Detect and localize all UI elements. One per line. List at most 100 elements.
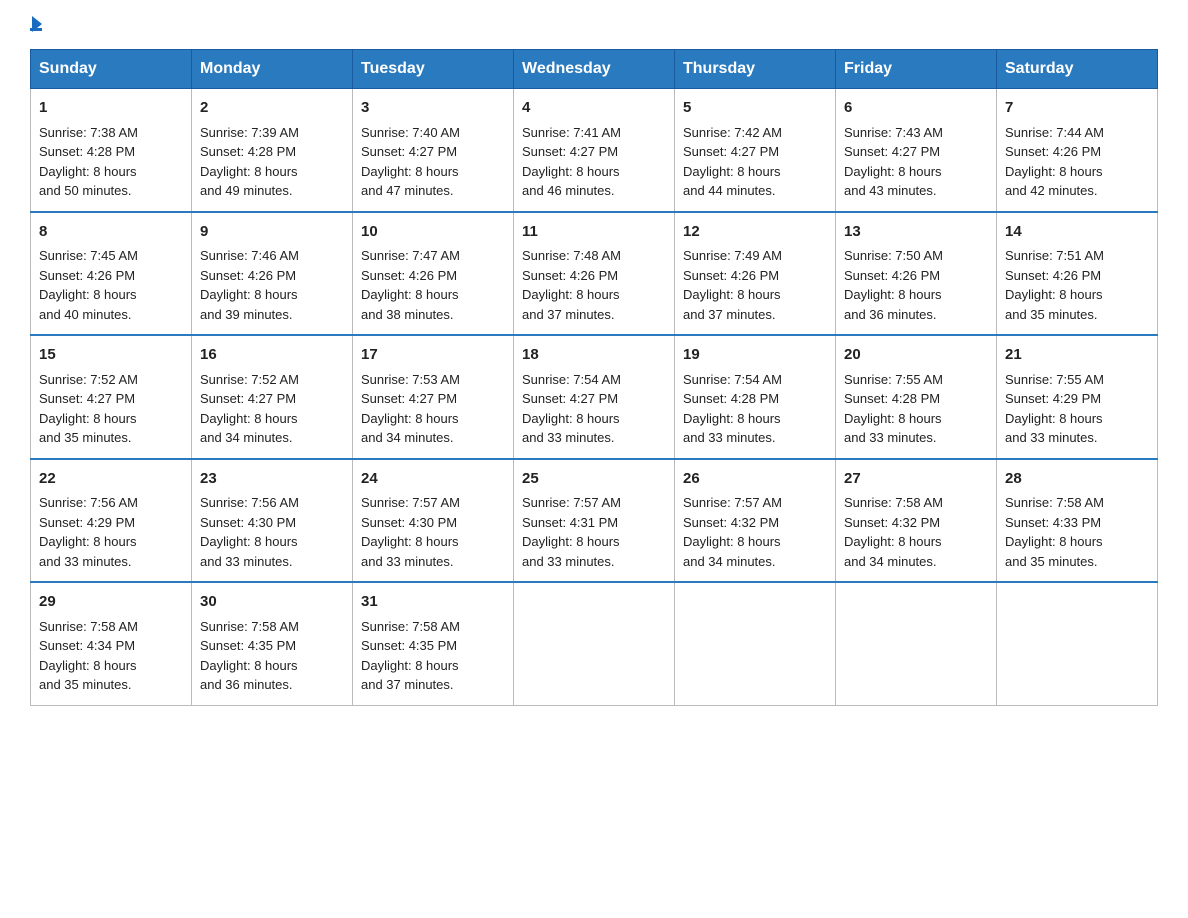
sunrise-label: Sunrise: 7:56 AM <box>39 495 138 510</box>
day-number: 9 <box>200 221 344 244</box>
calendar-cell: 4Sunrise: 7:41 AMSunset: 4:27 PMDaylight… <box>514 89 675 212</box>
daylight-label: Daylight: 8 hours <box>361 164 459 179</box>
day-number: 28 <box>1005 468 1149 491</box>
calendar-cell: 17Sunrise: 7:53 AMSunset: 4:27 PMDayligh… <box>353 335 514 459</box>
daylight-label: Daylight: 8 hours <box>683 534 781 549</box>
daylight-minutes: and 36 minutes. <box>844 307 937 322</box>
sunset-label: Sunset: 4:32 PM <box>683 515 779 530</box>
calendar-cell: 7Sunrise: 7:44 AMSunset: 4:26 PMDaylight… <box>997 89 1158 212</box>
calendar-cell: 24Sunrise: 7:57 AMSunset: 4:30 PMDayligh… <box>353 459 514 583</box>
calendar-week-row: 22Sunrise: 7:56 AMSunset: 4:29 PMDayligh… <box>31 459 1158 583</box>
sunset-label: Sunset: 4:26 PM <box>522 268 618 283</box>
sunrise-label: Sunrise: 7:55 AM <box>1005 372 1104 387</box>
calendar-cell: 1Sunrise: 7:38 AMSunset: 4:28 PMDaylight… <box>31 89 192 212</box>
calendar-cell: 2Sunrise: 7:39 AMSunset: 4:28 PMDaylight… <box>192 89 353 212</box>
sunset-label: Sunset: 4:31 PM <box>522 515 618 530</box>
daylight-minutes: and 34 minutes. <box>844 554 937 569</box>
col-header-wednesday: Wednesday <box>514 50 675 89</box>
sunset-label: Sunset: 4:27 PM <box>361 391 457 406</box>
calendar-cell: 19Sunrise: 7:54 AMSunset: 4:28 PMDayligh… <box>675 335 836 459</box>
day-number: 11 <box>522 221 666 244</box>
daylight-label: Daylight: 8 hours <box>39 658 137 673</box>
sunset-label: Sunset: 4:28 PM <box>200 144 296 159</box>
day-number: 23 <box>200 468 344 491</box>
sunrise-label: Sunrise: 7:54 AM <box>522 372 621 387</box>
sunrise-label: Sunrise: 7:42 AM <box>683 125 782 140</box>
daylight-minutes: and 33 minutes. <box>1005 430 1098 445</box>
sunset-label: Sunset: 4:27 PM <box>844 144 940 159</box>
daylight-minutes: and 35 minutes. <box>39 430 132 445</box>
day-number: 12 <box>683 221 827 244</box>
calendar-cell: 28Sunrise: 7:58 AMSunset: 4:33 PMDayligh… <box>997 459 1158 583</box>
sunset-label: Sunset: 4:28 PM <box>683 391 779 406</box>
day-number: 29 <box>39 591 183 614</box>
sunset-label: Sunset: 4:34 PM <box>39 638 135 653</box>
daylight-label: Daylight: 8 hours <box>39 534 137 549</box>
calendar-cell: 23Sunrise: 7:56 AMSunset: 4:30 PMDayligh… <box>192 459 353 583</box>
sunrise-label: Sunrise: 7:39 AM <box>200 125 299 140</box>
calendar-cell: 5Sunrise: 7:42 AMSunset: 4:27 PMDaylight… <box>675 89 836 212</box>
calendar-cell: 13Sunrise: 7:50 AMSunset: 4:26 PMDayligh… <box>836 212 997 336</box>
sunrise-label: Sunrise: 7:49 AM <box>683 248 782 263</box>
sunset-label: Sunset: 4:26 PM <box>1005 268 1101 283</box>
calendar-cell: 21Sunrise: 7:55 AMSunset: 4:29 PMDayligh… <box>997 335 1158 459</box>
daylight-label: Daylight: 8 hours <box>844 164 942 179</box>
daylight-label: Daylight: 8 hours <box>200 534 298 549</box>
daylight-minutes: and 33 minutes. <box>683 430 776 445</box>
daylight-minutes: and 35 minutes. <box>39 677 132 692</box>
day-number: 1 <box>39 97 183 120</box>
daylight-minutes: and 35 minutes. <box>1005 554 1098 569</box>
daylight-minutes: and 37 minutes. <box>361 677 454 692</box>
calendar-week-row: 15Sunrise: 7:52 AMSunset: 4:27 PMDayligh… <box>31 335 1158 459</box>
daylight-minutes: and 50 minutes. <box>39 183 132 198</box>
calendar-cell: 10Sunrise: 7:47 AMSunset: 4:26 PMDayligh… <box>353 212 514 336</box>
calendar-cell: 30Sunrise: 7:58 AMSunset: 4:35 PMDayligh… <box>192 582 353 705</box>
sunrise-label: Sunrise: 7:57 AM <box>683 495 782 510</box>
sunrise-label: Sunrise: 7:47 AM <box>361 248 460 263</box>
calendar-cell: 22Sunrise: 7:56 AMSunset: 4:29 PMDayligh… <box>31 459 192 583</box>
daylight-label: Daylight: 8 hours <box>522 164 620 179</box>
daylight-label: Daylight: 8 hours <box>1005 411 1103 426</box>
day-number: 18 <box>522 344 666 367</box>
sunrise-label: Sunrise: 7:58 AM <box>1005 495 1104 510</box>
daylight-label: Daylight: 8 hours <box>361 534 459 549</box>
calendar-cell <box>836 582 997 705</box>
day-number: 15 <box>39 344 183 367</box>
sunrise-label: Sunrise: 7:51 AM <box>1005 248 1104 263</box>
calendar-cell: 18Sunrise: 7:54 AMSunset: 4:27 PMDayligh… <box>514 335 675 459</box>
daylight-minutes: and 33 minutes. <box>522 554 615 569</box>
daylight-minutes: and 49 minutes. <box>200 183 293 198</box>
daylight-minutes: and 37 minutes. <box>522 307 615 322</box>
sunset-label: Sunset: 4:27 PM <box>522 391 618 406</box>
sunrise-label: Sunrise: 7:48 AM <box>522 248 621 263</box>
sunset-label: Sunset: 4:26 PM <box>361 268 457 283</box>
day-number: 4 <box>522 97 666 120</box>
daylight-label: Daylight: 8 hours <box>361 411 459 426</box>
sunset-label: Sunset: 4:26 PM <box>683 268 779 283</box>
daylight-label: Daylight: 8 hours <box>683 164 781 179</box>
day-number: 27 <box>844 468 988 491</box>
sunset-label: Sunset: 4:33 PM <box>1005 515 1101 530</box>
sunset-label: Sunset: 4:32 PM <box>844 515 940 530</box>
sunset-label: Sunset: 4:29 PM <box>39 515 135 530</box>
daylight-minutes: and 33 minutes. <box>522 430 615 445</box>
day-number: 2 <box>200 97 344 120</box>
day-number: 24 <box>361 468 505 491</box>
daylight-label: Daylight: 8 hours <box>361 658 459 673</box>
daylight-label: Daylight: 8 hours <box>200 287 298 302</box>
daylight-minutes: and 36 minutes. <box>200 677 293 692</box>
daylight-minutes: and 47 minutes. <box>361 183 454 198</box>
daylight-minutes: and 34 minutes. <box>683 554 776 569</box>
daylight-minutes: and 33 minutes. <box>844 430 937 445</box>
calendar-cell: 27Sunrise: 7:58 AMSunset: 4:32 PMDayligh… <box>836 459 997 583</box>
daylight-minutes: and 40 minutes. <box>39 307 132 322</box>
calendar-cell: 9Sunrise: 7:46 AMSunset: 4:26 PMDaylight… <box>192 212 353 336</box>
col-header-sunday: Sunday <box>31 50 192 89</box>
day-number: 5 <box>683 97 827 120</box>
daylight-minutes: and 39 minutes. <box>200 307 293 322</box>
daylight-minutes: and 33 minutes. <box>39 554 132 569</box>
sunset-label: Sunset: 4:27 PM <box>522 144 618 159</box>
sunset-label: Sunset: 4:35 PM <box>200 638 296 653</box>
daylight-label: Daylight: 8 hours <box>844 411 942 426</box>
sunrise-label: Sunrise: 7:44 AM <box>1005 125 1104 140</box>
